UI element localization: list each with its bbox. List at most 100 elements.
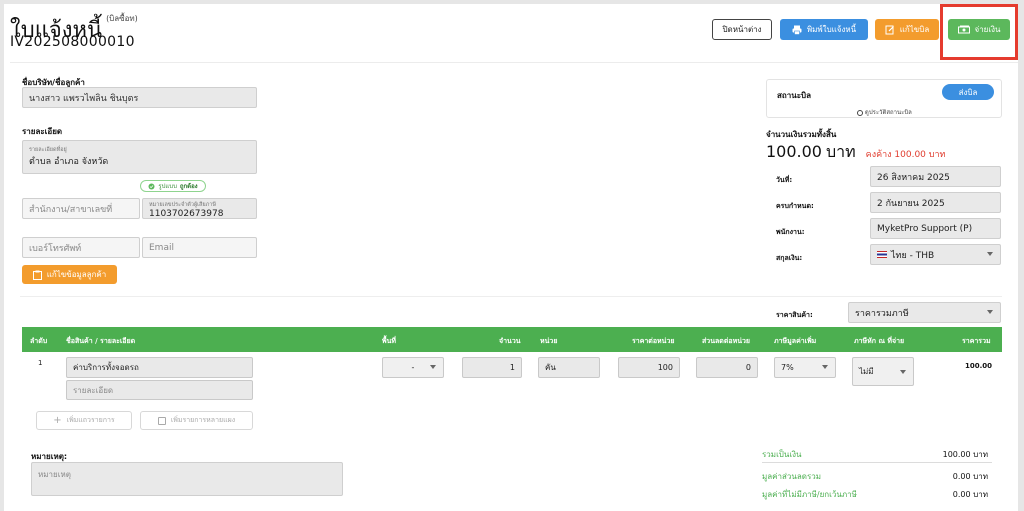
window-right-border	[1018, 0, 1024, 511]
clock-icon	[857, 109, 863, 116]
address-caption: รายละเอียดที่อยู่	[29, 147, 67, 153]
edit-bill-label: แก้ไขบิล	[899, 25, 930, 34]
branch-input[interactable]: สำนักงาน/สาขาเลขที่	[22, 198, 140, 219]
staff-field[interactable]: MyketPro Support (P)	[870, 218, 1001, 239]
summary-subtotal-label: รวมเป็นเงิน	[762, 450, 802, 459]
row-qty[interactable]: 1	[462, 357, 522, 378]
taxid-verify-badge: รูปแบบ ถูกต้อง	[140, 180, 206, 192]
phone-input[interactable]: เบอร์โทรศัพท์	[22, 237, 140, 258]
add-row-button[interactable]: + เพิ่มแถวรายการ	[36, 411, 132, 430]
row-index: 1	[38, 359, 43, 367]
summary-discount-value: 0.00 บาท	[952, 472, 988, 481]
chevron-down-icon	[987, 310, 993, 314]
close-window-label: ปิดหน้าต่าง	[722, 25, 762, 34]
add-multiple-label: เพิ่มรายการหลายแผง	[170, 416, 236, 424]
price-type-label: ราคาสินค้า:	[776, 311, 813, 319]
row-wht-select[interactable]: ไม่มี	[852, 357, 914, 386]
col-index: ลำดับ	[30, 337, 48, 345]
add-multiple-button[interactable]: เพิ่มรายการหลายแผง	[140, 411, 253, 430]
summary-discount-label: มูลค่าส่วนลดรวม	[762, 472, 822, 481]
verify-prefix: รูปแบบ	[158, 183, 177, 190]
row-product-name[interactable]: ค่าบริการทั้งจอดรถ	[66, 357, 253, 378]
col-total: ราคารวม	[962, 337, 991, 345]
taxid-value: 1103702673978	[149, 209, 224, 219]
col-area: พื้นที่	[382, 337, 397, 345]
plus-icon: +	[53, 415, 62, 426]
row-area-value: -	[411, 363, 415, 372]
invoice-page: ใบแจ้งหนี้ (บิลซื้อท) IV202508000010 ปิดห…	[0, 0, 1024, 511]
notes-textarea[interactable]: หมายเหตุ	[31, 462, 343, 496]
summary-divider	[762, 462, 992, 463]
bill-status-button[interactable]: ส่งบิล	[942, 84, 994, 100]
price-type-select[interactable]: ราคารวมภาษี	[848, 302, 1001, 323]
price-type-value: ราคารวมภาษี	[855, 308, 909, 319]
address-value: ตำบล อำเภอ จังหวัด	[29, 157, 109, 167]
col-price: ราคาต่อหน่วย	[632, 337, 675, 345]
add-multiple-icon	[157, 416, 166, 425]
bill-status-value: ส่งบิล	[958, 87, 978, 97]
invoice-form	[10, 62, 1018, 511]
chevron-down-icon	[987, 252, 993, 256]
email-input[interactable]: Email	[142, 237, 257, 258]
col-wht: ภาษีหัก ณ ที่จ่าย	[854, 337, 905, 345]
col-qty: จำนวน	[499, 337, 521, 345]
col-unit: หน่วย	[540, 337, 558, 345]
company-field[interactable]: นางสาว แพรวไพลิน ชินบุตร	[22, 87, 257, 108]
document-number: IV202508000010	[10, 34, 135, 50]
col-product: ชื่อสินค้า / รายละเอียด	[66, 337, 136, 345]
row-price[interactable]: 100	[618, 357, 680, 378]
outstanding-amount: คงค้าง 100.00 บาท	[865, 150, 946, 160]
total-amount-value: 100.00	[766, 142, 822, 161]
row-unit[interactable]: คัน	[538, 357, 600, 378]
col-discount: ส่วนลดต่อหน่วย	[702, 337, 751, 345]
address-field[interactable]: รายละเอียดที่อยู่ ตำบล อำเภอ จังหวัด	[22, 140, 257, 174]
row-product-detail[interactable]: รายละเอียด	[66, 380, 253, 400]
bill-status-card: สถานะบิล ส่งบิล ดูประวัติสถานะบิล	[766, 79, 1002, 118]
close-window-button[interactable]: ปิดหน้าต่าง	[712, 19, 772, 40]
row-area-select[interactable]: -	[382, 357, 444, 378]
detail-label: รายละเอียด	[22, 127, 63, 136]
currency-value: ไทย - THB	[891, 250, 935, 261]
total-amount-unit: บาท	[825, 142, 856, 161]
edit-customer-label: แก้ไขข้อมูลลูกค้า	[46, 270, 107, 279]
add-row-label: เพิ่มแถวรายการ	[66, 416, 115, 424]
print-invoice-button[interactable]: พิมพ์ใบแจ้งหนี้	[780, 19, 868, 40]
check-circle-icon	[148, 183, 155, 189]
edit-document-icon	[885, 25, 894, 34]
taxid-caption: หมายเลขประจำตัวผู้เสียภาษี	[149, 202, 216, 208]
summary-subtotal-value: 100.00 บาท	[942, 450, 988, 459]
items-table-header: ลำดับ ชื่อสินค้า / รายละเอียด พื้นที่ จำ…	[22, 327, 1002, 352]
printer-icon	[792, 25, 802, 35]
print-invoice-label: พิมพ์ใบแจ้งหนี้	[806, 25, 857, 34]
row-total: 100.00	[964, 362, 992, 370]
chevron-down-icon	[822, 365, 828, 369]
window-left-border	[0, 0, 4, 511]
due-date-label: ครบกำหนด:	[776, 202, 814, 210]
staff-label: พนักงาน:	[776, 228, 805, 236]
row-discount[interactable]: 0	[696, 357, 758, 378]
pay-button-highlight	[940, 4, 1018, 60]
row-wht-value: ไม่มี	[859, 367, 874, 376]
currency-label: สกุลเงิน:	[776, 254, 803, 262]
currency-select[interactable]: ไทย - THB	[870, 244, 1001, 265]
chevron-down-icon	[900, 370, 906, 374]
due-date-field[interactable]: 2 กันยายน 2025	[870, 192, 1001, 213]
page-title-note: (บิลซื้อท)	[106, 14, 138, 23]
row-vat-value: 7%	[781, 363, 794, 372]
section-divider	[20, 296, 1002, 297]
taxid-field[interactable]: หมายเลขประจำตัวผู้เสียภาษี 1103702673978	[142, 198, 257, 219]
edit-customer-button[interactable]: แก้ไขข้อมูลลูกค้า	[22, 265, 117, 284]
thai-flag-icon	[877, 251, 887, 258]
row-vat-select[interactable]: 7%	[774, 357, 836, 378]
verify-state: ถูกต้อง	[179, 183, 198, 190]
bill-status-label: สถานะบิล	[777, 91, 811, 100]
date-field[interactable]: 26 สิงหาคม 2025	[870, 166, 1001, 187]
summary-exempt-value: 0.00 บาท	[952, 490, 988, 499]
clipboard-icon	[32, 270, 42, 280]
total-amount: 100.00 บาท คงค้าง 100.00 บาท	[766, 140, 945, 165]
date-label: วันที่:	[776, 176, 793, 184]
status-history-link[interactable]: ดูประวัติสถานะบิล	[857, 107, 912, 117]
edit-bill-button[interactable]: แก้ไขบิล	[875, 19, 939, 40]
col-vat: ภาษีมูลค่าเพิ่ม	[774, 337, 817, 345]
window-top-border	[0, 0, 1024, 4]
